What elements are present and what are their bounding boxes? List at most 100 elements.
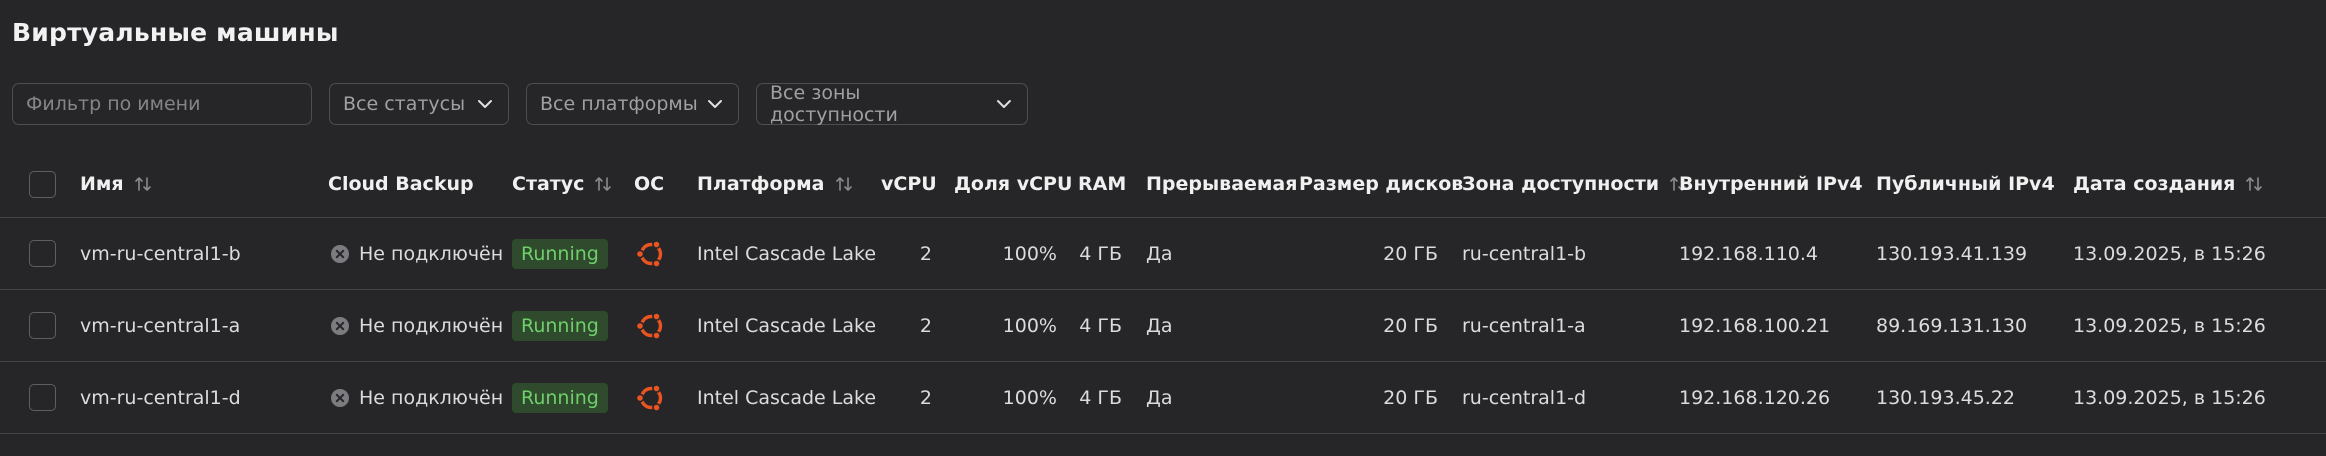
column-header-disk-size: Размер дисков xyxy=(1299,151,1463,217)
ram-cell: 4 ГБ xyxy=(1079,314,1122,337)
internal-ip-cell: 192.168.110.4 xyxy=(1679,242,1819,265)
preemptible-cell: Да xyxy=(1146,242,1173,265)
vcpu-cell: 2 xyxy=(919,314,932,337)
ram-cell: 4 ГБ xyxy=(1079,242,1122,265)
ubuntu-icon xyxy=(635,311,663,340)
created-cell: 13.09.2025, в 15:26 xyxy=(2073,386,2266,409)
vcpu-share-cell: 100% xyxy=(1002,386,1057,409)
created-cell: 13.09.2025, в 15:26 xyxy=(2073,314,2266,337)
vm-name[interactable]: vm-ru-central1-b xyxy=(80,218,241,289)
platform-filter-select[interactable]: Все платформы xyxy=(526,83,739,125)
column-header-vcpu: vCPU xyxy=(881,151,937,217)
column-header-platform[interactable]: Платформа xyxy=(697,151,855,217)
column-header-vcpu-label: vCPU xyxy=(881,173,937,195)
status-badge: Running xyxy=(512,310,608,341)
column-header-internal-ip: Внутренний IPv4 xyxy=(1679,151,1863,217)
column-header-preemptible-label: Прерываемая xyxy=(1146,173,1298,195)
row-select-cell xyxy=(29,362,56,433)
platform-cell: Intel Cascade Lake xyxy=(697,242,877,265)
disk-size-cell: 20 ГБ xyxy=(1383,314,1438,337)
chevron-down-icon xyxy=(478,100,492,108)
select-all-cell xyxy=(29,151,56,217)
backup-status-label: Не подключён xyxy=(359,242,504,265)
backup-disconnected-icon xyxy=(331,388,349,407)
public-ip-cell: 89.169.131.130 xyxy=(1876,314,2028,337)
name-filter-input[interactable] xyxy=(12,83,312,125)
table-header-row: Имя Cloud Backup Статус ОС Платформа vCP… xyxy=(0,151,2326,218)
vcpu-share-cell: 100% xyxy=(1002,242,1057,265)
column-header-platform-label: Платформа xyxy=(697,173,825,195)
ubuntu-icon xyxy=(635,239,663,268)
column-header-preemptible: Прерываемая xyxy=(1146,151,1297,217)
backup-status: Не подключён xyxy=(330,218,503,289)
column-header-internal-ip-label: Внутренний IPv4 xyxy=(1679,173,1863,195)
column-header-vcpu-share-label: Доля vCPU xyxy=(954,173,1073,195)
sort-icon xyxy=(595,177,612,191)
backup-status-label: Не подключён xyxy=(359,314,504,337)
row-checkbox[interactable] xyxy=(29,240,56,267)
zone-cell: ru-central1-b xyxy=(1462,242,1587,265)
ubuntu-icon xyxy=(635,383,663,412)
backup-status-label: Не подключён xyxy=(359,386,504,409)
os-cell xyxy=(634,362,668,433)
select-all-checkbox[interactable] xyxy=(29,170,56,198)
column-header-backup-label: Cloud Backup xyxy=(328,173,474,195)
sort-icon xyxy=(835,177,852,191)
table-row[interactable]: vm-ru-central1-b Не подключён Running In… xyxy=(0,218,2326,290)
backup-status: Не подключён xyxy=(330,290,503,361)
chevron-down-icon xyxy=(997,100,1012,108)
zone-filter-select[interactable]: Все зоны доступности xyxy=(756,82,1028,126)
zone-cell: ru-central1-a xyxy=(1462,314,1586,337)
backup-status: Не подключён xyxy=(330,362,503,433)
filters-bar: Все статусы Все платформы Все зоны досту… xyxy=(12,82,1028,126)
column-header-public-ip-label: Публичный IPv4 xyxy=(1876,173,2055,195)
platform-cell: Intel Cascade Lake xyxy=(697,386,877,409)
status-cell: Running xyxy=(512,290,608,361)
row-select-cell xyxy=(29,218,56,289)
table-row[interactable]: vm-ru-central1-d Не подключён Running In… xyxy=(0,362,2326,434)
column-header-zone[interactable]: Зона доступности xyxy=(1462,151,1689,217)
status-badge: Running xyxy=(512,238,608,269)
chevron-down-icon xyxy=(708,100,722,108)
status-filter-label: Все статусы xyxy=(343,93,466,115)
backup-disconnected-icon xyxy=(331,316,349,335)
public-ip-cell: 130.193.45.22 xyxy=(1876,386,2016,409)
disk-size-cell: 20 ГБ xyxy=(1383,242,1438,265)
created-cell: 13.09.2025, в 15:26 xyxy=(2073,242,2266,265)
row-checkbox[interactable] xyxy=(29,384,56,411)
column-header-zone-label: Зона доступности xyxy=(1462,173,1660,195)
status-filter-select[interactable]: Все статусы xyxy=(329,83,509,125)
status-badge: Running xyxy=(512,382,608,413)
column-header-os-label: ОС xyxy=(634,173,665,195)
vm-name[interactable]: vm-ru-central1-d xyxy=(80,362,241,433)
sort-icon xyxy=(2246,177,2263,191)
sort-icon xyxy=(134,177,151,191)
column-header-status-label: Статус xyxy=(512,173,585,195)
column-header-name-label: Имя xyxy=(80,173,124,195)
os-cell xyxy=(634,218,668,289)
vcpu-cell: 2 xyxy=(919,386,932,409)
disk-size-cell: 20 ГБ xyxy=(1383,386,1438,409)
column-header-status[interactable]: Статус xyxy=(512,151,614,217)
status-cell: Running xyxy=(512,362,608,433)
column-header-created-label: Дата создания xyxy=(2073,173,2236,195)
column-header-ram-label: RAM xyxy=(1078,173,1127,195)
column-header-os: ОС xyxy=(634,151,664,217)
vm-name[interactable]: vm-ru-central1-a xyxy=(80,290,240,361)
column-header-name[interactable]: Имя xyxy=(80,151,154,217)
row-checkbox[interactable] xyxy=(29,312,56,339)
zone-filter-label: Все зоны доступности xyxy=(770,82,898,126)
table-row[interactable]: vm-ru-central1-a Не подключён Running In… xyxy=(0,290,2326,362)
internal-ip-cell: 192.168.120.26 xyxy=(1679,386,1831,409)
column-header-ram: RAM xyxy=(1078,151,1126,217)
platform-filter-label: Все платформы xyxy=(540,93,698,115)
preemptible-cell: Да xyxy=(1146,314,1173,337)
status-cell: Running xyxy=(512,218,608,289)
column-header-created[interactable]: Дата создания xyxy=(2073,151,2265,217)
vcpu-share-cell: 100% xyxy=(1002,314,1057,337)
platform-cell: Intel Cascade Lake xyxy=(697,314,877,337)
vm-table: Имя Cloud Backup Статус ОС Платформа vCP… xyxy=(0,151,2326,434)
column-header-public-ip: Публичный IPv4 xyxy=(1876,151,2055,217)
column-header-disk-size-label: Размер дисков xyxy=(1299,173,1464,195)
row-select-cell xyxy=(29,290,56,361)
